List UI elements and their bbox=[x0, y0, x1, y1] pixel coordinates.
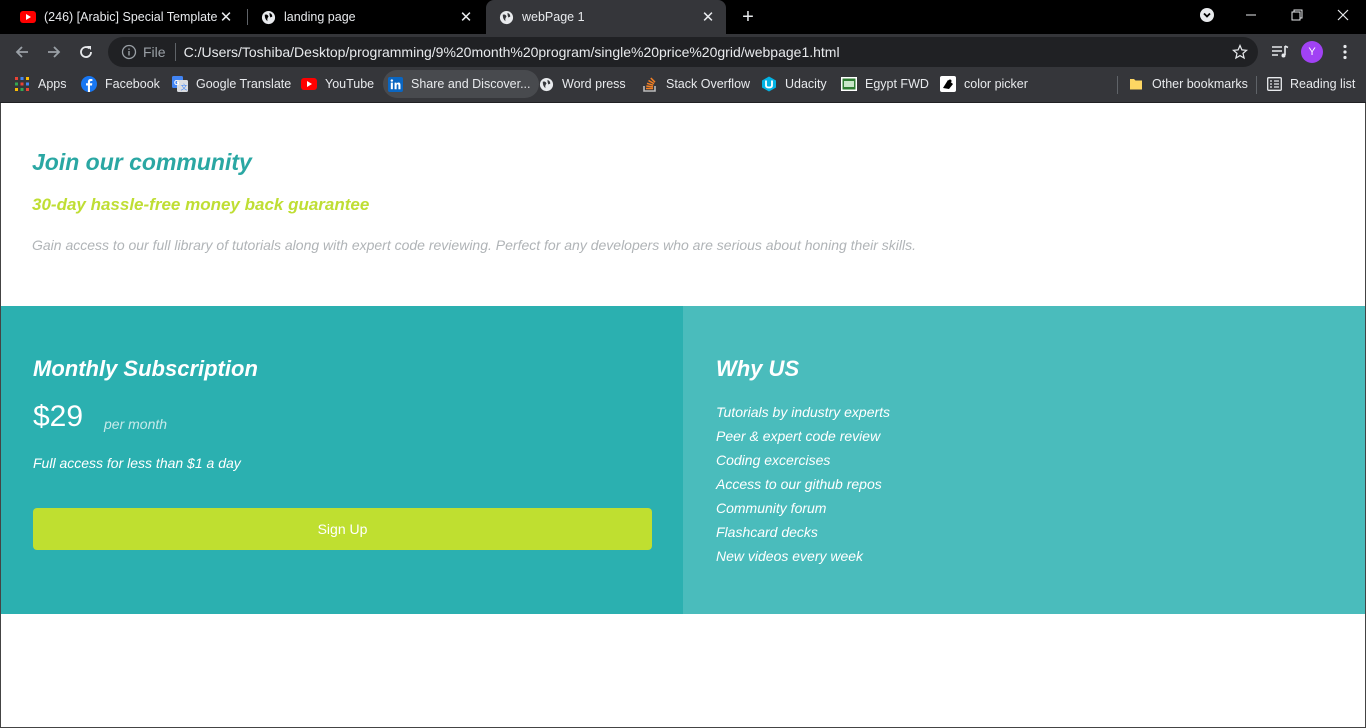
bookmark-label: Reading list bbox=[1290, 77, 1356, 91]
menu-kebab-icon[interactable] bbox=[1333, 40, 1357, 64]
omnibox-divider bbox=[174, 43, 176, 61]
tab-title: landing page bbox=[284, 10, 356, 24]
close-icon[interactable]: ✕ bbox=[218, 9, 234, 26]
info-icon[interactable] bbox=[121, 44, 137, 60]
bookmark-label: Facebook bbox=[105, 77, 160, 91]
close-icon[interactable]: ✕ bbox=[700, 9, 716, 26]
bookmark-label: Word press bbox=[562, 77, 626, 91]
globe-icon bbox=[498, 9, 514, 25]
forward-icon[interactable] bbox=[42, 40, 66, 64]
udacity-icon bbox=[761, 76, 777, 92]
svg-text:G: G bbox=[174, 80, 180, 87]
bookmark-label: Udacity bbox=[785, 77, 827, 91]
bookmark-udacity[interactable]: Udacity bbox=[761, 70, 827, 98]
tab-search-icon[interactable] bbox=[1184, 0, 1230, 30]
egypt-fwd-icon bbox=[841, 76, 857, 92]
bookmarks-bar: Apps Facebook G文 Google Translate YouTub… bbox=[0, 70, 1366, 103]
price-period: per month bbox=[104, 416, 168, 432]
youtube-icon bbox=[301, 76, 317, 92]
why-us-list: Tutorials by industry experts Peer & exp… bbox=[716, 400, 890, 568]
bookmark-color-picker[interactable]: color picker bbox=[940, 70, 1028, 98]
list-item: Flashcard decks bbox=[716, 524, 818, 540]
bookmark-google-translate[interactable]: G文 Google Translate bbox=[172, 70, 291, 98]
url-text[interactable]: C:/Users/Toshiba/Desktop/programming/9%2… bbox=[184, 44, 840, 60]
bookmark-label: Egypt FWD bbox=[865, 77, 929, 91]
list-item: Tutorials by industry experts bbox=[716, 404, 891, 420]
address-bar[interactable]: File C:/Users/Toshiba/Desktop/programmin… bbox=[108, 37, 1258, 67]
url-scheme: File bbox=[143, 44, 166, 60]
google-translate-icon: G文 bbox=[172, 76, 188, 92]
subscription-tagline: Full access for less than $1 a day bbox=[33, 455, 241, 471]
page-viewport: Join our community 30-day hassle-free mo… bbox=[0, 103, 1366, 728]
folder-icon bbox=[1128, 76, 1144, 92]
tab-webpage-1[interactable]: webPage 1 ✕ bbox=[486, 0, 726, 34]
minimize-icon[interactable] bbox=[1228, 0, 1274, 30]
page-title: Join our community bbox=[32, 149, 252, 175]
bookmark-label: Share and Discover... bbox=[411, 77, 531, 91]
browser-toolbar: File C:/Users/Toshiba/Desktop/programmin… bbox=[0, 34, 1366, 70]
bookmark-other-bookmarks[interactable]: Other bookmarks bbox=[1128, 70, 1248, 98]
tab-title: (246) [Arabic] Special Template # bbox=[44, 10, 218, 24]
linkedin-icon bbox=[387, 76, 403, 92]
restore-icon[interactable] bbox=[1274, 0, 1320, 30]
globe-icon bbox=[538, 76, 554, 92]
tab-youtube-arabic[interactable]: (246) [Arabic] Special Template # ✕ bbox=[8, 0, 244, 34]
list-item: New videos every week bbox=[716, 548, 864, 564]
youtube-icon bbox=[20, 9, 36, 25]
bookmark-label: Apps bbox=[38, 77, 67, 91]
media-control-icon[interactable] bbox=[1268, 40, 1292, 64]
hero-section: Join our community 30-day hassle-free mo… bbox=[1, 103, 1365, 306]
tab-strip: (246) [Arabic] Special Template # ✕ land… bbox=[0, 0, 1366, 34]
bookmark-label: Stack Overflow bbox=[666, 77, 751, 91]
description-text: Gain access to our full library of tutor… bbox=[32, 237, 917, 253]
bookmark-label: Google Translate bbox=[196, 77, 292, 91]
guarantee-text: 30-day hassle-free money back guarantee bbox=[32, 195, 370, 214]
svg-text:文: 文 bbox=[181, 83, 188, 92]
reading-list-button[interactable]: Reading list bbox=[1266, 70, 1355, 98]
apps-grid-icon bbox=[14, 76, 30, 92]
bookmark-star-icon[interactable] bbox=[1231, 43, 1249, 60]
tab-title: webPage 1 bbox=[522, 10, 585, 24]
avatar: Y bbox=[1301, 41, 1323, 63]
back-icon[interactable] bbox=[10, 40, 34, 64]
new-tab-button[interactable]: + bbox=[738, 7, 758, 27]
close-window-icon[interactable] bbox=[1320, 0, 1366, 30]
globe-icon bbox=[260, 9, 276, 25]
bookmark-linkedin[interactable]: Share and Discover... bbox=[383, 70, 539, 98]
list-item: Peer & expert code review bbox=[716, 428, 881, 444]
bookmark-apps[interactable]: Apps bbox=[14, 70, 67, 98]
list-item: Community forum bbox=[716, 500, 827, 516]
bookmark-label: Other bookmarks bbox=[1152, 77, 1248, 91]
bookmark-label: color picker bbox=[964, 77, 1028, 91]
bookmark-stack-overflow[interactable]: Stack Overflow bbox=[642, 70, 750, 98]
price-amount: $29 bbox=[33, 400, 84, 433]
why-us-heading: Why US bbox=[716, 356, 800, 381]
bookmark-facebook[interactable]: Facebook bbox=[81, 70, 160, 98]
reading-list-icon bbox=[1266, 76, 1282, 92]
bookmarks-divider bbox=[1117, 76, 1118, 94]
list-item: Access to our github repos bbox=[716, 476, 882, 492]
bookmark-egypt-fwd[interactable]: Egypt FWD bbox=[841, 70, 929, 98]
list-item: Coding excercises bbox=[716, 452, 831, 468]
bookmark-youtube[interactable]: YouTube bbox=[301, 70, 374, 98]
reload-icon[interactable] bbox=[74, 40, 98, 64]
facebook-icon bbox=[81, 76, 97, 92]
profile-avatar[interactable]: Y bbox=[1300, 40, 1324, 64]
subscription-heading: Monthly Subscription bbox=[33, 356, 258, 381]
bookmarks-divider bbox=[1256, 76, 1257, 94]
tab-landing-page[interactable]: landing page ✕ bbox=[248, 0, 484, 34]
subscription-panel: Monthly Subscription $29 per month Full … bbox=[1, 306, 683, 614]
bookmark-label: YouTube bbox=[325, 77, 375, 91]
bookmark-wordpress[interactable]: Word press bbox=[538, 70, 626, 98]
sign-up-button[interactable]: Sign Up bbox=[33, 508, 652, 550]
color-picker-icon bbox=[940, 76, 956, 92]
stack-overflow-icon bbox=[642, 76, 658, 92]
close-icon[interactable]: ✕ bbox=[458, 9, 474, 26]
